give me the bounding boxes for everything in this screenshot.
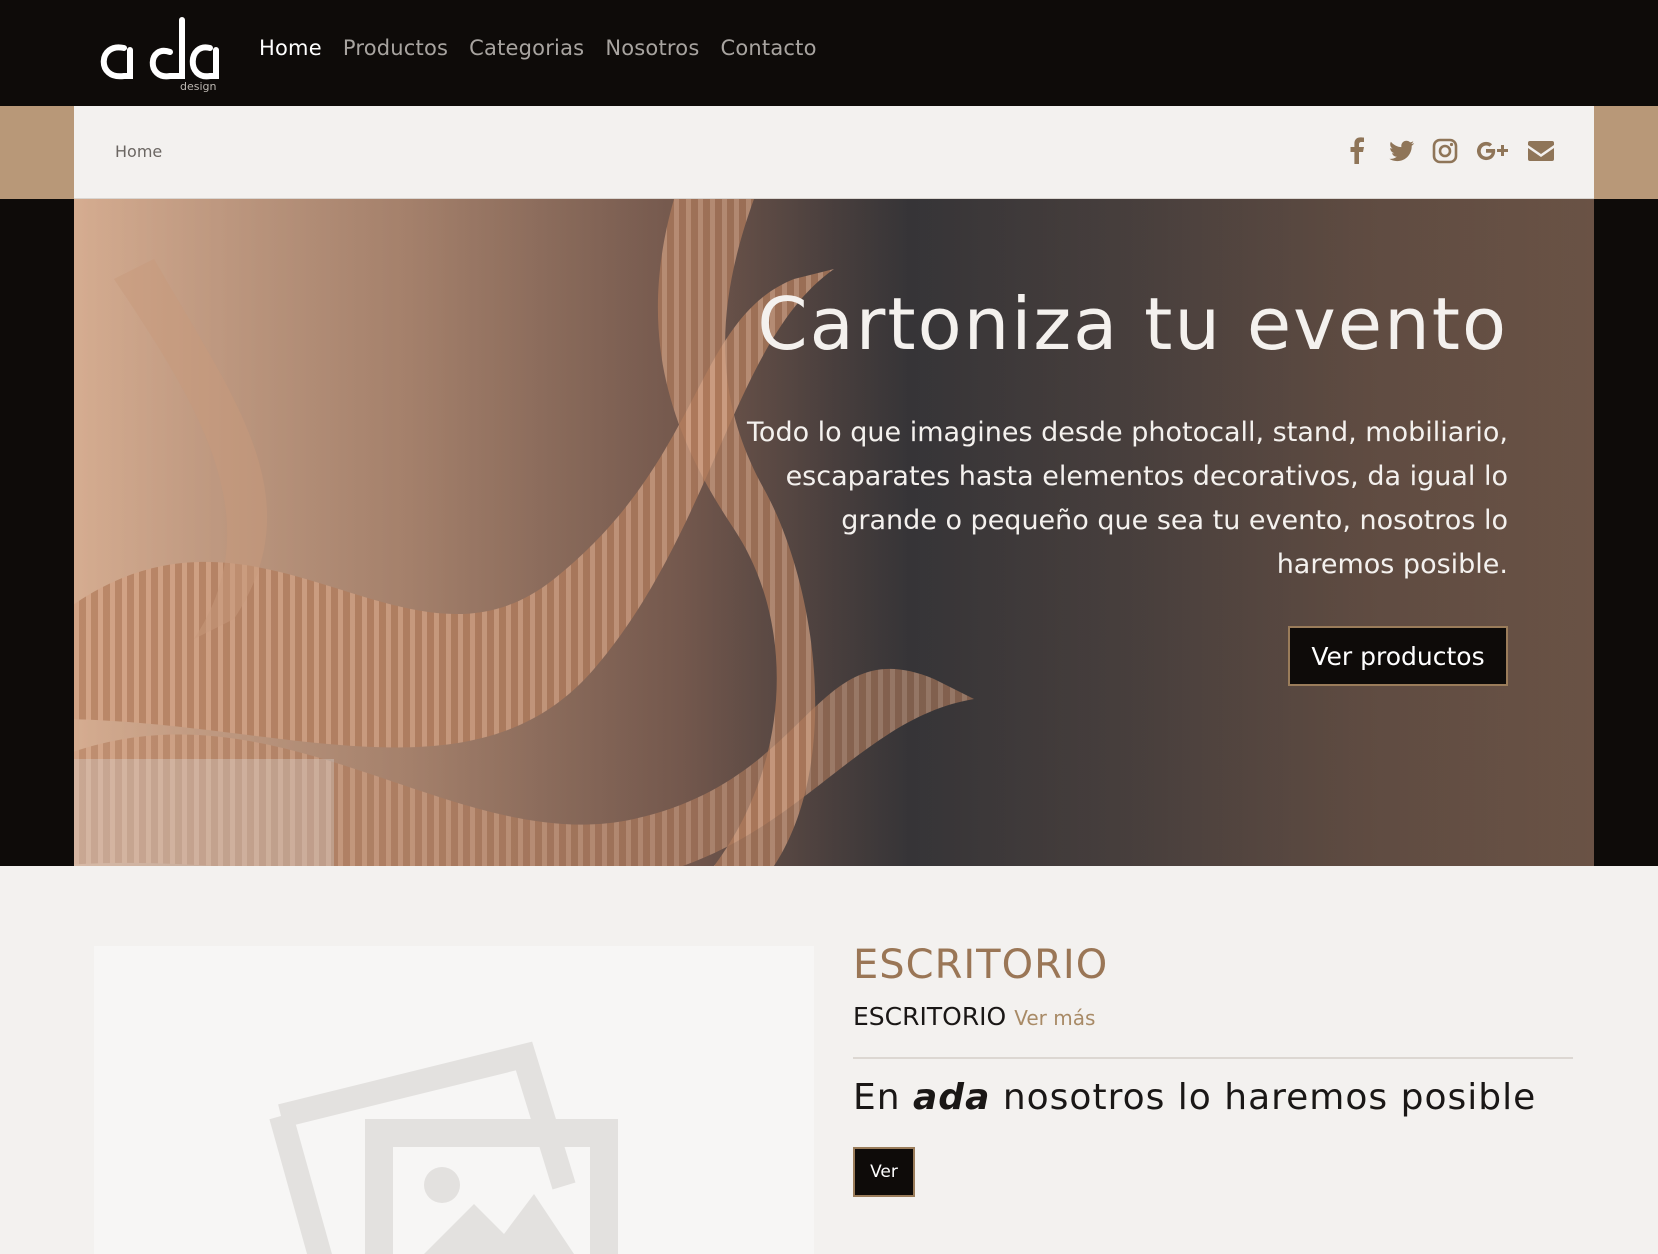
category-subtitle: ESCRITORIO Ver más	[853, 1002, 1095, 1031]
instagram-icon[interactable]	[1430, 136, 1460, 166]
nav-item-categorias[interactable]: Categorias	[469, 36, 584, 60]
tagline-prefix: En	[853, 1077, 901, 1118]
google-plus-icon[interactable]	[1474, 136, 1512, 166]
facebook-icon[interactable]	[1342, 136, 1372, 166]
section-divider	[853, 1057, 1573, 1059]
breadcrumb-bar: Home	[74, 106, 1594, 200]
tagline-brand-logo: ada	[913, 1077, 991, 1118]
logo-sub: design	[180, 80, 217, 92]
nav-item-contacto[interactable]: Contacto	[720, 36, 816, 60]
nav-item-nosotros[interactable]: Nosotros	[605, 36, 699, 60]
envelope-icon[interactable]	[1526, 136, 1556, 166]
category-subtitle-text: ESCRITORIO	[853, 1002, 1007, 1031]
twitter-icon[interactable]	[1386, 136, 1416, 166]
image-placeholder-icon	[269, 1041, 618, 1254]
tagline-suffix: nosotros lo haremos posible	[1002, 1077, 1537, 1118]
top-navbar: design Home Productos Categorias Nosotro…	[0, 0, 1658, 106]
hero-banner: Cartoniza tu evento Todo lo que imagines…	[74, 199, 1594, 866]
hero-description: Todo lo que imagines desde photocall, st…	[747, 417, 1508, 580]
nav-item-home[interactable]: Home	[259, 36, 322, 60]
ver-mas-link[interactable]: Ver más	[1014, 1006, 1095, 1030]
social-links	[1342, 136, 1556, 166]
breadcrumb[interactable]: Home	[115, 142, 162, 161]
category-heading: ESCRITORIO	[853, 942, 1109, 988]
category-image-placeholder	[94, 946, 814, 1254]
main-nav: Home Productos Categorias Nosotros Conta…	[259, 36, 838, 60]
brand-tagline: En ada nosotros lo haremos posible	[853, 1077, 1536, 1118]
ver-button[interactable]: Ver	[853, 1147, 915, 1197]
hero-title: Cartoniza tu evento	[757, 282, 1508, 366]
site-logo[interactable]: design	[92, 14, 232, 92]
nav-item-productos[interactable]: Productos	[343, 36, 448, 60]
ver-productos-button[interactable]: Ver productos	[1288, 626, 1508, 686]
